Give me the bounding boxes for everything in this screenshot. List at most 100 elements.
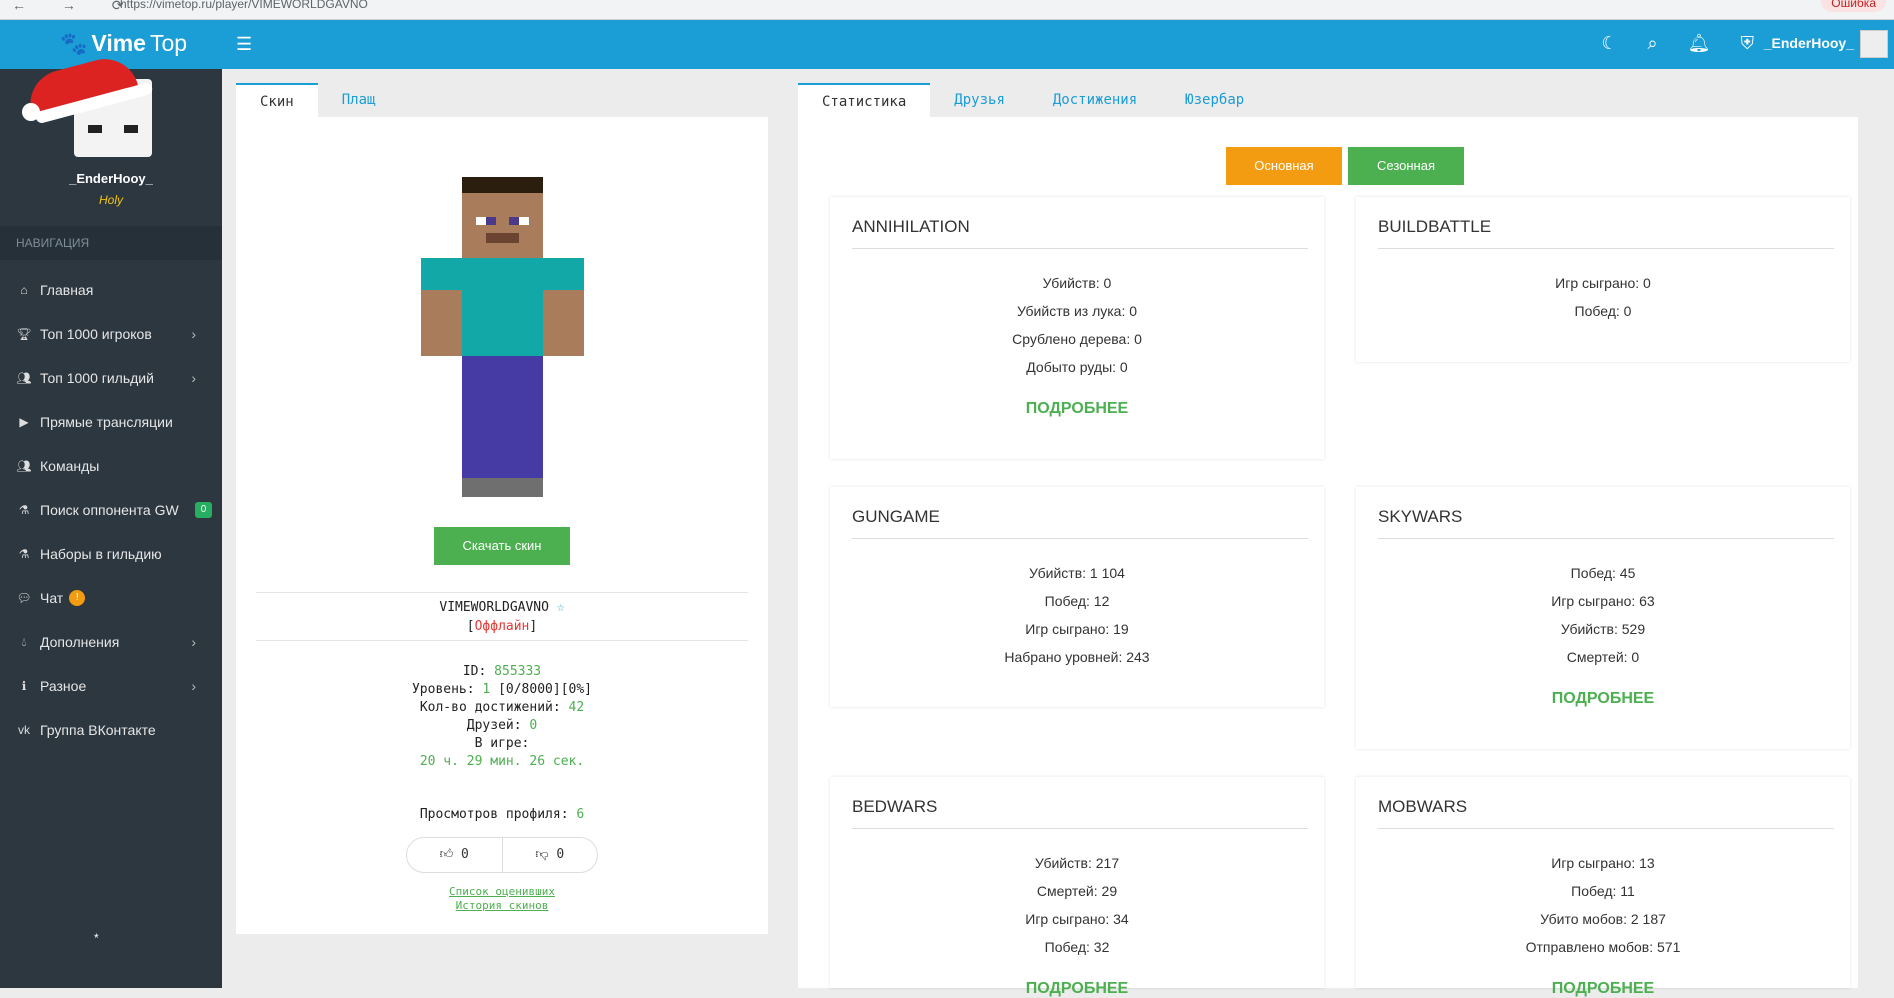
stat-line: Побед: 0 — [1574, 303, 1632, 319]
sidebar-item-label: Поиск оппонента GW — [40, 502, 179, 518]
views-value: 6 — [576, 807, 585, 822]
logo-text-vime: Vime — [91, 30, 146, 56]
more-link[interactable]: ПОДРОБНЕЕ — [1356, 690, 1850, 708]
stat-line: Убийств: 529 — [1560, 621, 1646, 637]
more-link[interactable]: ПОДРОБНЕЕ — [1356, 980, 1850, 998]
season-stats-button[interactable]: Сезонная — [1348, 147, 1464, 185]
sidebar-item-teams[interactable]: 👥︎ Команды — [0, 444, 222, 488]
card-stats: Игр сыграно: 0 Побед: 0 — [1356, 269, 1850, 325]
card-title: ANNIHILATION — [852, 217, 970, 236]
main-stats-button[interactable]: Основная — [1226, 147, 1342, 185]
stat-line: Побед: 12 — [1044, 593, 1110, 609]
raters-list-link[interactable]: Список оценивших — [236, 885, 768, 899]
skin-pupil-left — [486, 217, 496, 225]
sidebar-item-label: Чат — [40, 590, 64, 606]
sidebar-item-top-players[interactable]: 🏆︎ Топ 1000 игроков › — [0, 312, 222, 356]
user-avatar[interactable] — [22, 51, 154, 157]
friends-value: 0 — [529, 718, 538, 733]
tab-skin[interactable]: Скин — [236, 83, 318, 117]
player-nickname: VIMEWORLDGAVNO ☆ — [236, 600, 768, 615]
chevron-right-icon: › — [191, 370, 196, 386]
chevron-right-icon: › — [191, 326, 196, 342]
sidebar-item-misc[interactable]: ℹ Разное › — [0, 664, 222, 708]
card-title: BUILDBATTLE — [1378, 217, 1492, 236]
rating-buttons: 👍︎ 0 👎︎ 0 — [406, 837, 598, 873]
skin-arm-right — [543, 290, 584, 356]
sidebar-item-guild-recruit[interactable]: ⚗ Наборы в гильдию — [0, 532, 222, 576]
shield-icon[interactable]: ⛨ — [1741, 33, 1755, 54]
chevron-right-icon: › — [191, 634, 196, 650]
favorite-star-icon[interactable]: ☆ — [557, 600, 565, 615]
tab-friends[interactable]: Друзья — [930, 83, 1029, 117]
stat-line: Игр сыграно: 19 — [1025, 621, 1129, 637]
skin-history-link[interactable]: История скинов — [236, 899, 768, 913]
search-icon[interactable]: ⌕ — [1648, 33, 1658, 54]
logo-text-top: Top — [149, 30, 188, 56]
stat-line: Убийств из лука: 0 — [1016, 303, 1138, 319]
drop-icon: 💧︎ — [21, 635, 27, 649]
trophy-icon: 🏆︎ — [16, 327, 32, 341]
sidebar-item-streams[interactable]: ▶ Прямые трансляции — [0, 400, 222, 444]
address-bar[interactable]: https://vimetop.ru/player/VIMEWORLDGAVNO — [120, 0, 368, 10]
skin-pupil-right — [509, 217, 519, 225]
friends-label: Друзей: — [466, 718, 522, 733]
card-stats: Убийств: 217 Смертей: 29 Игр сыграно: 34… — [830, 849, 1324, 961]
sidebar-item-home[interactable]: ⌂ Главная — [0, 268, 222, 312]
chevron-right-icon: › — [191, 678, 196, 694]
skin-tabs: Скин Плащ — [236, 83, 399, 117]
bell-icon[interactable]: 🔔︎ — [1688, 33, 1711, 54]
flask-icon: ⚗ — [18, 503, 30, 517]
menu-toggle-icon[interactable]: ☰ — [236, 34, 252, 55]
info-id: ID: 855333 — [236, 663, 768, 681]
nav-header: НАВИГАЦИЯ — [0, 226, 222, 260]
card-divider — [852, 538, 1308, 539]
status-bracket-open: [ — [466, 619, 475, 634]
sidebar-item-top-guilds[interactable]: 👥︎ Топ 1000 гильдий › — [0, 356, 222, 400]
nav-list: ⌂ Главная 🏆︎ Топ 1000 игроков › 👥︎ Топ 1000 … — [0, 268, 222, 752]
skin-eye-right — [519, 217, 529, 225]
sidebar-item-label: Топ 1000 гильдий — [40, 370, 154, 386]
site-logo[interactable]: 🐾 Vime Top — [60, 30, 187, 57]
tab-statistics[interactable]: Статистика — [798, 83, 931, 117]
sidebar-item-addons[interactable]: 💧︎ Дополнения › — [0, 620, 222, 664]
top-username[interactable]: _EnderHooy_ — [1764, 35, 1854, 51]
users-icon: 👥︎ — [16, 371, 32, 385]
like-button[interactable]: 👍︎ 0 — [407, 838, 503, 872]
moon-icon[interactable]: ☾ — [1601, 33, 1617, 54]
download-skin-button[interactable]: Скачать скин — [434, 527, 570, 565]
stats-tabs: Статистика Друзья Достижения Юзербар — [798, 83, 1268, 117]
stat-line: Набрано уровней: 243 — [1004, 649, 1150, 665]
card-title: MOBWARS — [1378, 797, 1468, 816]
stat-line: Убийств: 0 — [1042, 275, 1112, 291]
sidebar-rank: Holy — [98, 193, 123, 207]
info-ingame-value: 20 ч. 29 мин. 26 сек. — [419, 754, 585, 769]
sidebar-item-label: Наборы в гильдию — [40, 546, 162, 562]
card-stats: Игр сыграно: 13 Побед: 11 Убито мобов: 2… — [1356, 849, 1850, 961]
sidebar-item-chat[interactable]: 💬︎ Чат! — [0, 576, 222, 620]
stat-line: Отправлено мобов: 571 — [1525, 939, 1681, 955]
views-label: Просмотров профиля: — [419, 807, 569, 822]
tab-achievements[interactable]: Достижения — [1029, 83, 1161, 117]
stat-line: Игр сыграно: 0 — [1555, 275, 1651, 291]
sidebar-item-vk-group[interactable]: vk Группа ВКонтакте — [0, 708, 222, 752]
tab-userbar[interactable]: Юзербар — [1161, 83, 1268, 117]
thumbs-up-icon: 👍︎ — [439, 847, 454, 862]
status-bracket-close: ] — [529, 619, 538, 634]
skin-eye-left — [476, 217, 486, 225]
skin-preview — [421, 177, 584, 497]
stat-line: Игр сыграно: 13 — [1551, 855, 1655, 871]
browser-error-pill[interactable]: Ошибка — [1821, 0, 1886, 12]
skin-sleeve-left — [421, 258, 462, 290]
sidebar-item-label: Группа ВКонтакте — [40, 722, 156, 738]
tab-cape[interactable]: Плащ — [318, 83, 400, 117]
more-link[interactable]: ПОДРОБНЕЕ — [830, 980, 1324, 998]
sidebar-item-gw-search[interactable]: ⚗ Поиск оппонента GW 0 — [0, 488, 222, 532]
more-link[interactable]: ПОДРОБНЕЕ — [830, 400, 1324, 418]
level-value: 1 — [482, 682, 491, 697]
card-divider — [1378, 828, 1834, 829]
dislike-button[interactable]: 👎︎ 0 — [503, 838, 598, 872]
sidebar-username[interactable]: _EnderHooy_ — [0, 171, 222, 186]
top-avatar[interactable] — [1860, 30, 1888, 58]
achievements-label: Кол-во достижений: — [419, 700, 561, 715]
skin-pants — [462, 356, 543, 478]
